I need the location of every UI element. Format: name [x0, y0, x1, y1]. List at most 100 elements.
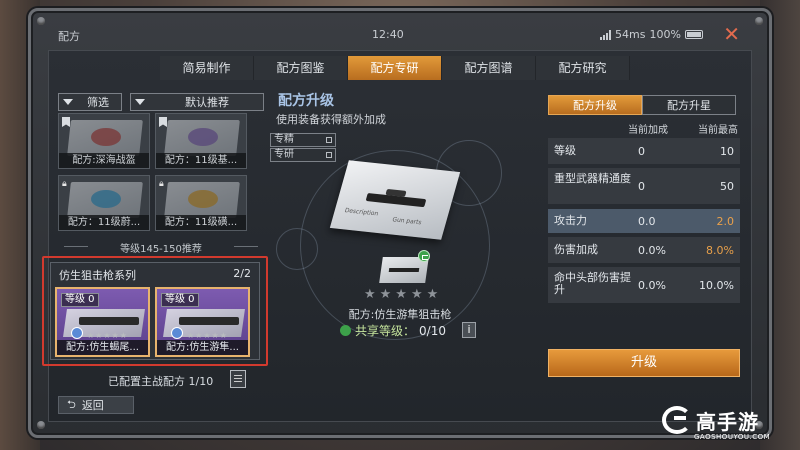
share-value: 0/10 — [419, 323, 446, 338]
helmet-icon — [91, 128, 121, 146]
study-checkbox[interactable]: 专研 — [270, 148, 336, 162]
hud-ring — [276, 228, 318, 270]
sort-label: 默认推荐 — [185, 96, 229, 109]
level-badge: 等级 0 — [161, 293, 199, 307]
network-status: 54ms 100% — [600, 28, 703, 41]
upgrade-subtitle: 使用装备获得额外加成 — [276, 113, 386, 126]
main-tabs: 简易制作 配方图鉴 配方专研 配方图谱 配方研究 — [160, 56, 630, 80]
upgrade-title: 配方升级 — [278, 93, 334, 109]
stat-max: 8.0% — [706, 244, 734, 257]
armor-icon — [188, 190, 218, 208]
level-badge: 等级 0 — [61, 293, 99, 307]
tab-recipe-codex[interactable]: 配方图鉴 — [254, 56, 348, 80]
recipe-card-label: 配方:深海战盔 — [59, 153, 149, 168]
tab-recipe-research[interactable]: 配方研究 — [536, 56, 630, 80]
share-label: 共享等级： — [355, 324, 416, 338]
stat-row: 重型武器精通度 0 50 — [548, 168, 740, 204]
stat-max: 2.0 — [716, 215, 735, 228]
lock-icon: 🔒︎ — [62, 179, 67, 189]
star-rating: ★★★★★ — [187, 331, 228, 340]
flag-icon — [159, 117, 167, 127]
stat-row: 命中头部伤害提升 0.0% 10.0% — [548, 267, 740, 303]
stat-current: 0.0% — [638, 244, 666, 257]
column-header-current: 当前加成 — [628, 125, 668, 136]
stat-name: 伤害加成 — [554, 243, 598, 256]
recipe-card-label: 配方：11级磺... — [156, 215, 246, 230]
tab-recipe-upgrade[interactable]: 配方升级 — [548, 95, 642, 115]
level-range-label: 等级145-150推荐 — [58, 240, 264, 255]
share-icon — [340, 325, 351, 336]
tab-recipe-star[interactable]: 配方升星 — [642, 95, 736, 115]
recipe-card[interactable]: 🔒︎ 配方：11级磺... — [155, 175, 247, 231]
recipe-blueprint: Description Gun parts — [329, 160, 461, 240]
lock-icon: 🔒︎ — [159, 179, 164, 189]
tab-simple-craft[interactable]: 简易制作 — [160, 56, 254, 80]
flag-icon — [62, 117, 70, 127]
dropdown-arrow-icon — [63, 99, 73, 105]
spec-checkbox[interactable]: 专精 — [270, 133, 336, 147]
battery-icon — [684, 30, 703, 39]
series-recipe-card[interactable]: 等级 0 ★★★★★ 配方:仿生蝎尾... — [55, 287, 150, 357]
blueprint-text: Gun parts — [391, 216, 423, 227]
stat-current: 0 — [638, 145, 645, 158]
recipe-card[interactable]: 🔒︎ 配方：11级蔚... — [58, 175, 150, 231]
back-button[interactable]: ⮌ 返回 — [58, 396, 134, 414]
study-label: 专研 — [274, 149, 294, 160]
brand-url: GAOSHOUYOU.COM — [694, 433, 771, 441]
back-arrow-icon: ⮌ — [67, 397, 76, 411]
sort-dropdown[interactable]: 默认推荐 — [130, 93, 264, 111]
brand-name: 高手游 — [696, 410, 759, 434]
checkbox-icon — [326, 152, 332, 158]
stat-max: 50 — [720, 180, 734, 193]
clock: 12:40 — [372, 28, 404, 41]
rifle-icon — [365, 192, 427, 208]
gun-name: 配方:仿生游隼狙击枪 — [348, 308, 452, 321]
stat-row: 伤害加成 0.0% 8.0% — [548, 237, 740, 263]
star-rating: ★★★★★ — [87, 331, 128, 340]
wrench-icon — [171, 327, 183, 339]
clipboard-icon[interactable] — [230, 370, 246, 388]
close-icon[interactable]: ✕ — [723, 24, 740, 44]
series-title: 仿生狙击枪系列 — [59, 269, 136, 282]
latency-text: 54ms — [615, 28, 646, 41]
upgrade-button[interactable]: 升级 — [548, 349, 740, 377]
armor-icon — [188, 128, 218, 146]
signal-icon — [600, 29, 611, 40]
rifle-icon — [79, 317, 139, 325]
recipe-card-label: 配方：11级蔚... — [59, 215, 149, 230]
spec-label: 专精 — [274, 134, 294, 145]
stat-name: 命中头部伤害提升 — [554, 271, 631, 296]
series-card-label: 配方:仿生蝎尾... — [57, 340, 148, 355]
filter-label: 筛选 — [87, 96, 109, 109]
tab-recipe-study[interactable]: 配方专研 — [348, 56, 442, 80]
series-count: 2/2 — [233, 267, 251, 280]
series-card-label: 配方:仿生游隼... — [157, 340, 248, 355]
armor-icon — [91, 190, 121, 208]
blueprint-text: Description — [343, 207, 380, 218]
recipe-card-label: 配方：11级基... — [156, 153, 246, 168]
configured-count: 已配置主战配方 1/10 — [108, 375, 214, 388]
brand-logo-icon — [662, 406, 692, 434]
stat-name: 攻击力 — [554, 214, 587, 227]
recipe-card[interactable]: 配方:深海战盔 — [58, 113, 150, 169]
dropdown-arrow-icon — [135, 99, 145, 105]
info-button[interactable]: i — [462, 322, 476, 338]
checkbox-icon — [326, 137, 332, 143]
series-panel: 仿生狙击枪系列 2/2 等级 0 ★★★★★ 配方:仿生蝎尾... 等级 0 ★… — [50, 262, 260, 360]
tab-recipe-atlas[interactable]: 配方图谱 — [442, 56, 536, 80]
bolt-icon — [37, 421, 45, 429]
rifle-icon — [179, 317, 239, 325]
battery-text: 100% — [649, 28, 681, 41]
series-recipe-card[interactable]: 等级 0 ★★★★★ 配方:仿生游隼... — [155, 287, 250, 357]
window-title: 配方 — [58, 30, 80, 43]
watermark: 高手游 GAOSHOUYOU.COM — [662, 404, 790, 446]
filter-dropdown[interactable]: 筛选 — [58, 93, 122, 111]
wrench-icon — [71, 327, 83, 339]
share-level: 共享等级： 0/10 — [340, 322, 446, 339]
recipe-card[interactable]: 配方：11级基... — [155, 113, 247, 169]
stat-current: 0.0 — [638, 215, 656, 228]
back-label: 返回 — [81, 399, 104, 412]
rifle-icon — [388, 268, 420, 272]
share-icon — [418, 250, 430, 262]
status-bar: 配方 12:40 54ms 100% ✕ — [40, 22, 760, 48]
